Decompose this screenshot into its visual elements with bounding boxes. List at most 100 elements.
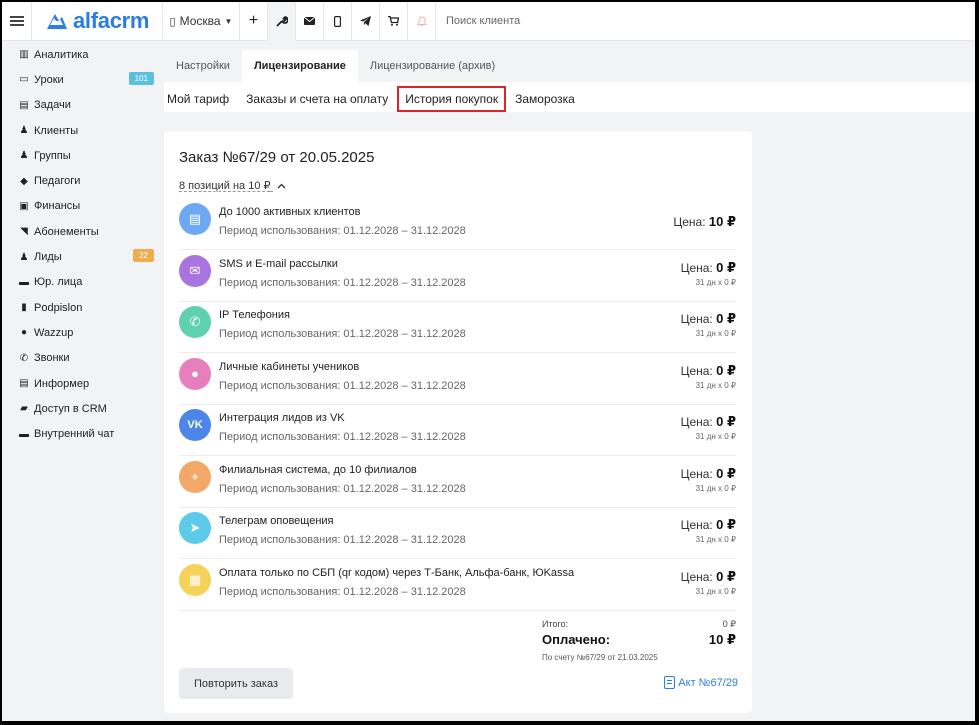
sidebar-item[interactable]: ▮ Podpislon xyxy=(2,295,164,320)
price-value: 10 ₽ xyxy=(708,214,736,229)
chevron-up-icon xyxy=(277,183,286,189)
item-period: Период использования: 01.12.2028 – 31.12… xyxy=(219,534,466,546)
logo[interactable]: alfacrm xyxy=(32,2,163,41)
tasks-icon: ▤ xyxy=(19,99,29,111)
city-selector[interactable]: ▯ Москва ▼ xyxy=(163,2,240,41)
sidebar-item-label: Лиды xyxy=(34,251,62,264)
item-name: До 1000 активных клиентов xyxy=(219,206,361,218)
mail-button[interactable] xyxy=(296,2,324,41)
item-name: IP Телефония xyxy=(219,309,290,321)
cart-button[interactable] xyxy=(380,2,408,41)
sidebar-item[interactable]: ◥ Абонементы xyxy=(2,219,164,244)
item-price: Цена: 0 ₽ xyxy=(681,311,736,327)
mail-icon xyxy=(304,17,315,25)
order-item: ⌖ Филиальная система, до 10 филиалов Перио… xyxy=(179,456,736,508)
sidebar-item[interactable]: ● Wazzup xyxy=(2,320,164,345)
positions-label: 8 позиций на 10 ₽ xyxy=(179,180,271,192)
item-price: Цена: 0 ₽ xyxy=(681,517,736,533)
user-icon: ♟ xyxy=(19,125,29,137)
document-icon xyxy=(664,676,676,689)
sub-tabs: Мой тариф Заказы и счета на оплату История… xyxy=(167,86,592,112)
paid-value: 10 ₽ xyxy=(708,632,736,647)
repeat-order-button[interactable]: Повторить заказ xyxy=(179,668,293,699)
item-price: Цена: 10 ₽ xyxy=(673,214,736,230)
sidebar-item-label: Задачи xyxy=(34,99,71,112)
sidebar-item[interactable]: ▥ Аналитика xyxy=(2,42,164,67)
count-badge: 101 xyxy=(128,72,154,86)
sub-tab[interactable]: Заказы и счета на оплату xyxy=(246,86,388,112)
item-name: Интеграция лидов из VK xyxy=(219,412,345,424)
main-tab[interactable]: Лицензирование (архив) xyxy=(358,50,507,82)
envelope-icon: ✉ xyxy=(179,254,211,287)
positions-toggle[interactable]: 8 позиций на 10 ₽ xyxy=(179,179,286,192)
item-name: Телеграм оповещения xyxy=(219,515,334,527)
sidebar-item[interactable]: ♟ Лиды 22 xyxy=(2,244,164,269)
sidebar-item[interactable]: ▬ Юр. лица xyxy=(2,270,164,295)
sidebar-item-label: Финансы xyxy=(34,200,81,213)
menu-button[interactable] xyxy=(2,2,32,41)
sidebar-item[interactable]: ▤ Информер xyxy=(2,371,164,396)
notifications-button[interactable] xyxy=(408,2,436,41)
sidebar-item[interactable]: ♟ Группы xyxy=(2,143,164,168)
sidebar-item[interactable]: ▬ Внутренний чат xyxy=(2,421,164,446)
sidebar-item[interactable]: ▭ Уроки 101 xyxy=(2,67,164,92)
item-period: Период использования: 01.12.2028 – 31.12… xyxy=(219,585,466,598)
item-calc: 31 дн x 0 ₽ xyxy=(695,432,736,441)
sidebar-item[interactable]: ▰ Доступ в CRM xyxy=(2,396,164,421)
item-name: Оплата только по СБП (qr кодом) через Т-… xyxy=(219,566,575,579)
telegram-icon: ➤ xyxy=(179,512,211,544)
invoice-note: По счету №67/29 от 21.03.2025 xyxy=(542,653,658,662)
price-label: Цена: xyxy=(680,260,713,275)
order-card: Заказ №67/29 от 20.05.2025 8 позиций на … xyxy=(164,131,752,713)
sidebar-item[interactable]: ▣ Финансы xyxy=(2,194,164,219)
sidebar-item[interactable]: ✆ Звонки xyxy=(2,346,164,371)
qr-icon: ▦ xyxy=(179,563,211,596)
search-input[interactable]: Поиск клиента xyxy=(436,2,520,41)
price-value: 0 ₽ xyxy=(716,568,736,584)
sidebar-item-label: Педагоги xyxy=(34,175,81,188)
price-label: Цена: xyxy=(680,518,713,532)
item-price: Цена: 0 ₽ xyxy=(681,466,736,482)
location-icon: ⌖ xyxy=(179,460,211,493)
app-window: alfacrm ▯ Москва ▼ + Поиск клиента ▥ Анал… xyxy=(2,2,975,721)
price-value: 0 ₽ xyxy=(716,259,736,275)
phone-icon: ✆ xyxy=(179,306,211,338)
telegram-button[interactable] xyxy=(352,2,380,41)
order-title: Заказ №67/29 от 20.05.2025 xyxy=(179,149,374,166)
sub-tab[interactable]: История покупок xyxy=(397,86,507,112)
order-item: ● Личные кабинеты учеников Период использо… xyxy=(179,353,736,405)
price-label: Цена: xyxy=(680,415,713,429)
sidebar-item[interactable]: ♟ Клиенты xyxy=(2,118,164,143)
sidebar-item-label: Информер xyxy=(34,377,90,390)
main-tab[interactable]: Лицензирование xyxy=(241,50,358,82)
sidebar-item-label: Звонки xyxy=(34,352,70,365)
tag-icon: ◥ xyxy=(20,226,28,238)
order-date: от 20.05.2025 xyxy=(280,149,375,166)
sidebar-item[interactable]: ▤ Задачи xyxy=(2,93,164,118)
settings-button[interactable] xyxy=(268,2,296,41)
sub-tab[interactable]: Заморозка xyxy=(515,86,575,112)
sidebar-item[interactable]: ◆ Педагоги xyxy=(2,168,164,193)
price-label: Цена: xyxy=(680,569,713,584)
order-totals: Итого: 0 ₽ Оплачено: 10 ₽ По счету №67/2… xyxy=(542,619,736,662)
item-name: SMS и E-mail рассылки xyxy=(219,257,338,270)
price-value: 0 ₽ xyxy=(716,517,736,532)
main-tab[interactable]: Настройки xyxy=(164,50,242,82)
city-label: Москва xyxy=(179,14,221,28)
price-label: Цена: xyxy=(680,466,713,481)
phone-button[interactable] xyxy=(324,2,352,41)
act-link[interactable]: Акт №67/29 xyxy=(664,676,738,689)
order-item: ▦ Оплата только по СБП (qr кодом) через Т… xyxy=(179,559,736,611)
document-icon: ▮ xyxy=(21,302,27,314)
order-item: VK Интеграция лидов из VK Период использов… xyxy=(179,404,736,456)
sub-tab[interactable]: Мой тариф xyxy=(167,86,229,112)
sidebar: ▥ Аналитика ▭ Уроки 101 ▤ Задачи ♟ Клиенты ♟ Групп… xyxy=(2,42,164,447)
sidebar-item-label: Внутренний чат xyxy=(34,428,115,441)
whatsapp-icon: ● xyxy=(20,327,28,339)
sidebar-item-label: Группы xyxy=(34,149,71,162)
chart-icon: ▥ xyxy=(19,49,29,61)
clipboard-icon: ▤ xyxy=(179,203,211,235)
order-item: ✆ IP Телефония Период использования: 01.12… xyxy=(179,301,736,353)
add-button[interactable]: + xyxy=(240,2,268,41)
item-period: Период использования: 01.12.2028 – 31.12… xyxy=(219,379,466,392)
